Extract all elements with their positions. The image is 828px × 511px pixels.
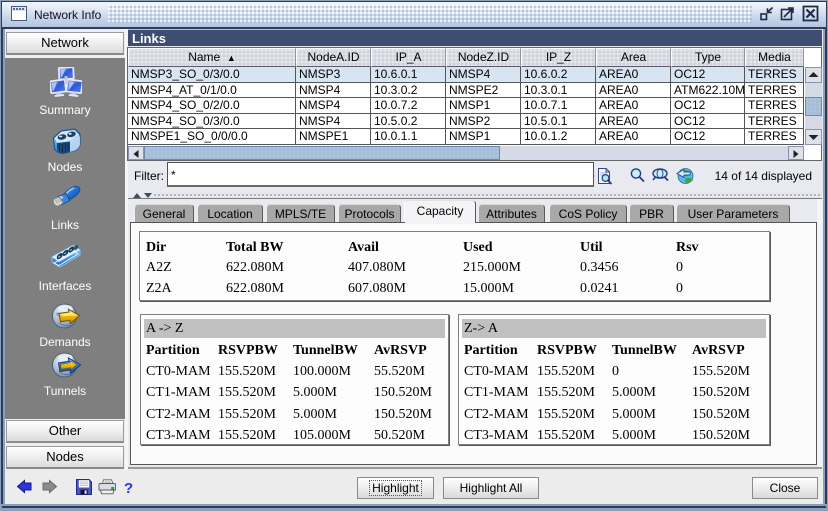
- svg-text:?: ?: [124, 480, 133, 497]
